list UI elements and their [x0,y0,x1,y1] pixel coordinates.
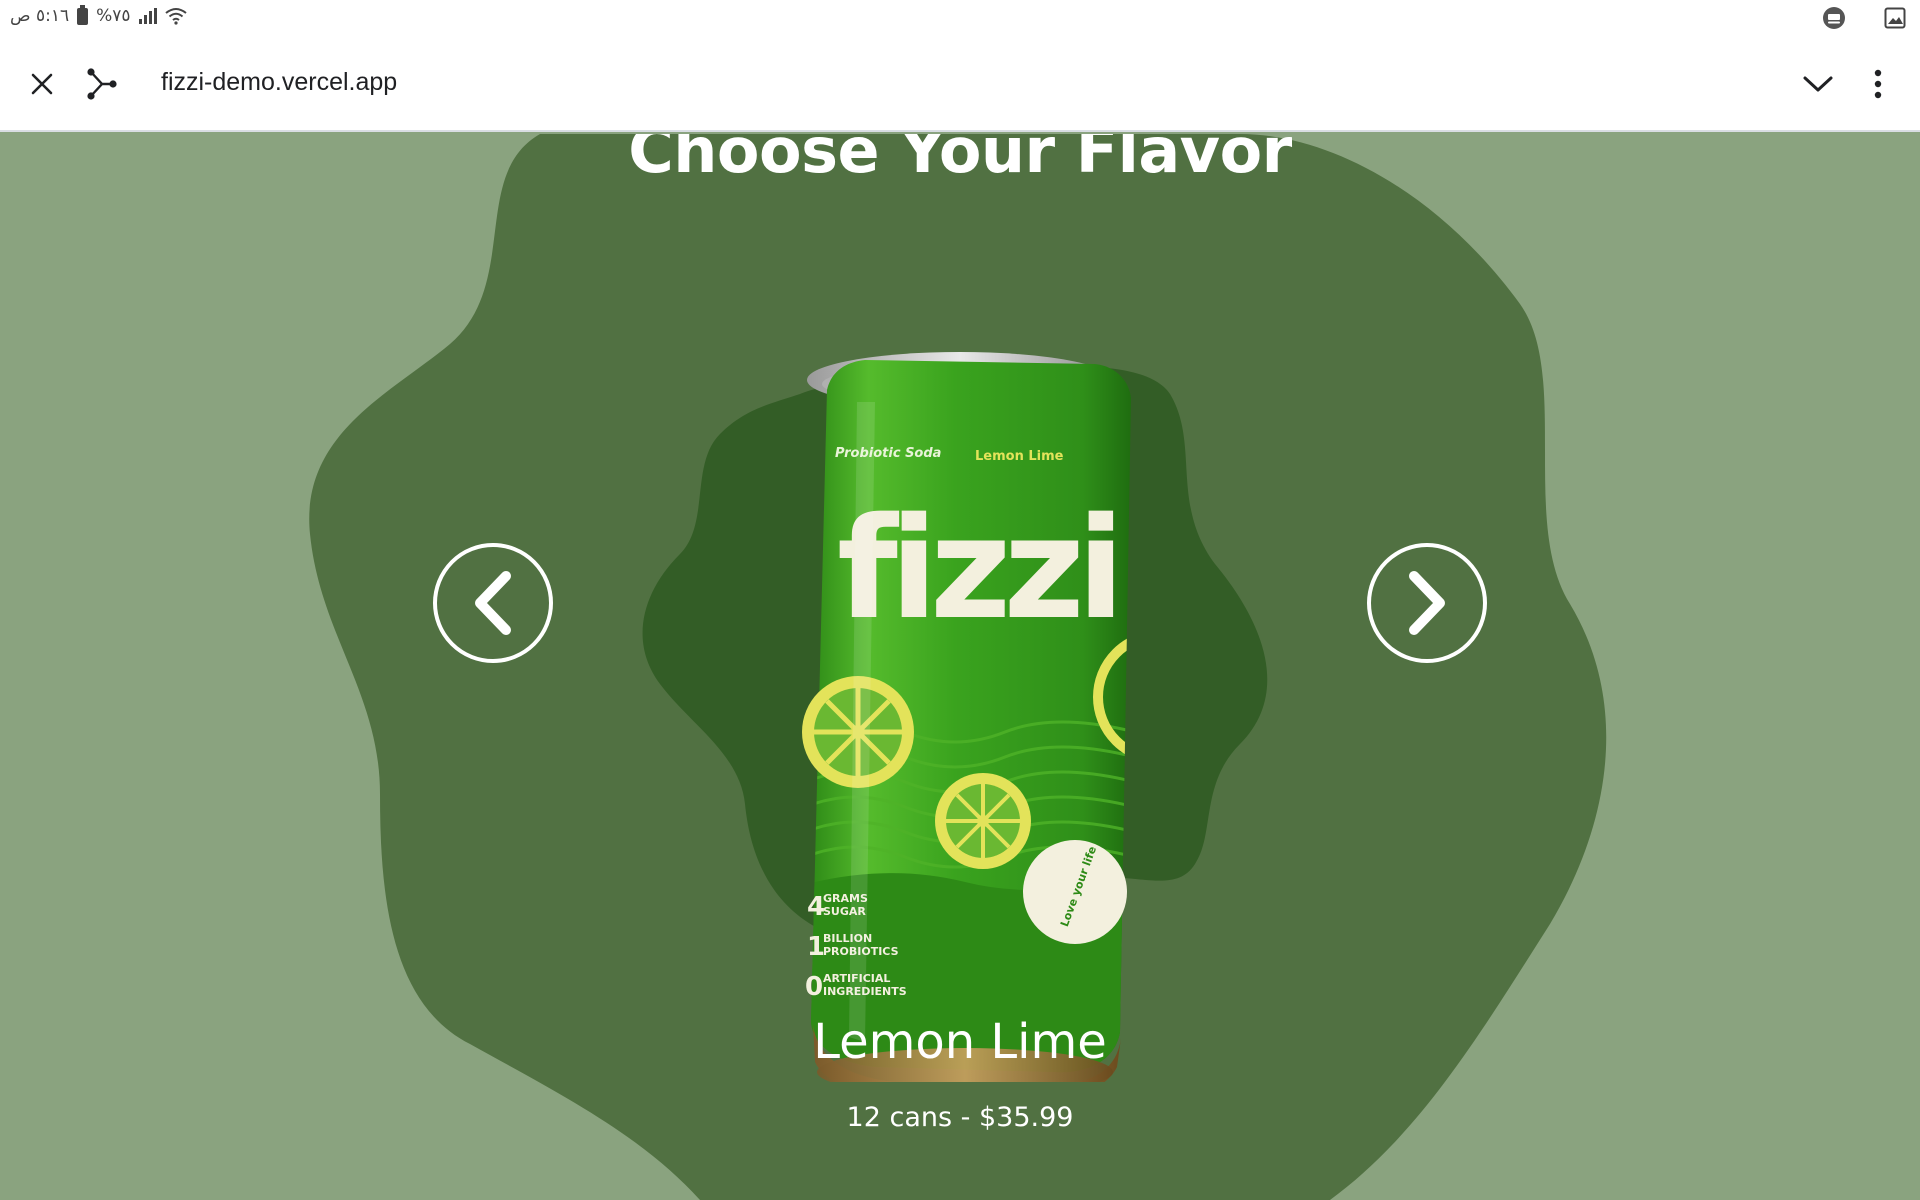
section-heading: Choose Your Flavor [628,134,1292,187]
more-options-button[interactable] [1856,62,1900,106]
ad-block-icon [1823,7,1845,29]
love-your-life-badge: Love your life [1023,840,1127,944]
flavor-price: 12 cans - $35.99 [846,1102,1074,1133]
lemon-slice-small-icon [935,773,1031,869]
chevron-down-icon [1803,76,1833,92]
chevron-left-icon [475,571,511,635]
url-text[interactable]: fizzi-demo.vercel.app [161,68,397,97]
signal-icon [138,8,157,24]
picture-icon[interactable] [1884,7,1906,29]
stat-number-artificial: 0 [805,972,823,1002]
previous-flavor-button[interactable] [433,543,553,663]
flavor-carousel-section: Choose Your Flavor Probiotic Soda Lemon … [0,134,1920,1200]
next-flavor-button[interactable] [1367,543,1487,663]
can-top-left-text: Probiotic Soda [835,446,941,461]
flavor-name: Lemon Lime [813,1014,1107,1070]
status-time: ٥:١٦ ص [10,6,70,26]
battery-level: %٧٥ [96,6,131,26]
status-left-group: ٥:١٦ ص %٧٥ [10,4,187,26]
close-icon [31,73,53,95]
can-top-right-text: Lemon Lime [975,449,1064,464]
share-icon [87,68,117,100]
close-tab-button[interactable] [20,62,64,106]
status-right-group [1822,6,1906,30]
more-vert-icon [1874,69,1882,99]
collapse-toolbar-button[interactable] [1796,62,1840,106]
can-brand-logo: fizzi [837,488,1117,651]
wifi-icon [164,8,187,25]
status-bar: ٥:١٦ ص %٧٥ [0,0,1920,36]
soda-can: Probiotic Soda Lemon Lime fizzi Love you… [765,272,1155,1102]
battery-icon [77,4,89,25]
chevron-right-icon [1409,571,1445,635]
soda-can-illustration: Probiotic Soda Lemon Lime fizzi Love you… [802,352,1131,1102]
share-button[interactable] [80,62,124,106]
browser-toolbar: fizzi-demo.vercel.app [0,36,1920,132]
